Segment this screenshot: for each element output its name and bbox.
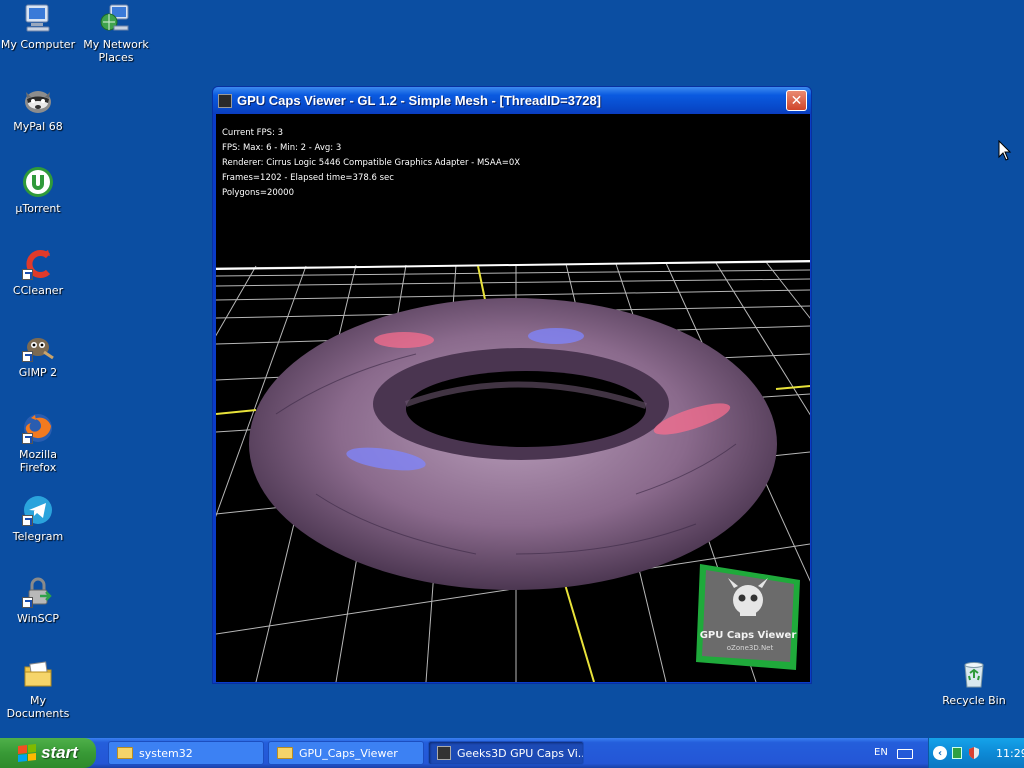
keyboard-icon[interactable]	[897, 749, 913, 759]
desktop-icon-firefox[interactable]: Mozilla Firefox	[0, 412, 76, 474]
hud-polygons: Polygons=20000	[222, 188, 294, 198]
desktop-icon-label: Recycle Bin	[942, 694, 1006, 707]
winscp-icon	[22, 576, 54, 608]
language-indicator[interactable]: EN	[874, 747, 888, 758]
desktop-icon-my-documents[interactable]: My Documents	[0, 658, 76, 720]
desktop-icon-label: GIMP 2	[18, 366, 58, 379]
start-label: start	[41, 743, 78, 762]
taskbar-button-label: system32	[139, 746, 193, 760]
desktop-icon-label: Mozilla Firefox	[19, 448, 57, 474]
gpu-caps-viewer-window[interactable]: GPU Caps Viewer - GL 1.2 - Simple Mesh -…	[212, 86, 812, 684]
torus-mesh	[249, 298, 777, 590]
desktop-icon-winscp[interactable]: WinSCP	[0, 576, 76, 625]
window-titlebar[interactable]: GPU Caps Viewer - GL 1.2 - Simple Mesh -…	[213, 87, 811, 114]
desktop-icon-label: My Network Places	[83, 38, 149, 64]
desktop-icon-mypal[interactable]: MyPal 68	[0, 84, 76, 133]
hud-frames: Frames=1202 - Elapsed time=378.6 sec	[222, 173, 394, 183]
desktop-icon-label: Telegram	[12, 530, 64, 543]
ccleaner-icon	[22, 248, 54, 280]
shortcut-arrow-icon	[22, 433, 33, 444]
mouse-cursor-icon	[998, 140, 1012, 161]
grid-horizon	[216, 260, 810, 270]
render-viewport[interactable]: Current FPS: 3 FPS: Max: 6 - Min: 2 - Av…	[216, 114, 810, 682]
taskbar-button-label: Geeks3D GPU Caps Vi...	[457, 746, 584, 760]
gimp-icon	[22, 330, 54, 362]
clock[interactable]: 11:29	[996, 747, 1024, 760]
desktop-icon-my-computer[interactable]: My Computer	[0, 2, 76, 51]
system-tray: ‹ 11:29	[928, 738, 1024, 768]
shortcut-arrow-icon	[22, 515, 33, 526]
windows-flag-icon	[18, 744, 37, 762]
desktop-icon-label: WinSCP	[17, 612, 59, 625]
desktop-icon-label: µTorrent	[15, 202, 61, 215]
firefox-icon	[22, 412, 54, 444]
folder-icon	[277, 747, 293, 759]
mypal-icon	[22, 84, 54, 116]
taskbar-button-system32[interactable]: system32	[108, 741, 264, 765]
hud-current-fps: Current FPS: 3	[222, 128, 284, 138]
taskbar-button-label: GPU_Caps_Viewer	[299, 746, 398, 760]
tray-app-icon[interactable]	[952, 747, 962, 759]
gpu-caps-logo-badge: GPU Caps Viewer oZone3D.Net	[696, 564, 800, 670]
hud-stats: Current FPS: 3 FPS: Max: 6 - Min: 2 - Av…	[222, 126, 520, 201]
badge-subtitle: oZone3D.Net	[727, 644, 774, 652]
taskbar: start system32 GPU_Caps_Viewer Geeks3D G…	[0, 738, 1024, 768]
my-computer-icon	[22, 2, 54, 34]
security-shield-icon[interactable]	[967, 746, 981, 760]
close-button[interactable]: ✕	[786, 90, 807, 111]
shortcut-arrow-icon	[22, 351, 33, 362]
desktop-icon-label: My Documents	[6, 694, 70, 720]
my-documents-icon	[22, 658, 54, 690]
desktop-icon-utorrent[interactable]: µTorrent	[0, 166, 76, 215]
desktop-icon-label: My Computer	[0, 38, 76, 51]
recycle-bin-icon	[958, 658, 990, 690]
gpu-caps-icon	[218, 93, 232, 108]
gpu-caps-icon	[437, 746, 451, 760]
desktop-icon-label: MyPal 68	[13, 120, 63, 133]
desktop-icon-label: CCleaner	[12, 284, 64, 297]
shortcut-arrow-icon	[22, 269, 33, 280]
desktop-icon-gimp[interactable]: GIMP 2	[0, 330, 76, 379]
start-button[interactable]: start	[0, 738, 96, 768]
taskbar-button-gpu-caps-viewer[interactable]: Geeks3D GPU Caps Vi...	[428, 741, 584, 765]
taskbar-button-gpu-caps-folder[interactable]: GPU_Caps_Viewer	[268, 741, 424, 765]
badge-title: GPU Caps Viewer	[700, 630, 797, 641]
desktop-icon-ccleaner[interactable]: CCleaner	[0, 248, 76, 297]
desktop-icon-my-network-places[interactable]: My Network Places	[78, 2, 154, 64]
shortcut-arrow-icon	[22, 597, 33, 608]
chevron-left-icon[interactable]: ‹	[933, 746, 947, 760]
hud-renderer: Renderer: Cirrus Logic 5446 Compatible G…	[222, 158, 521, 168]
telegram-icon	[22, 494, 54, 526]
network-places-icon	[100, 2, 132, 34]
window-title: GPU Caps Viewer - GL 1.2 - Simple Mesh -…	[237, 93, 601, 108]
hud-fps-stats: FPS: Max: 6 - Min: 2 - Avg: 3	[222, 143, 342, 153]
utorrent-icon	[22, 166, 54, 198]
desktop-icon-recycle-bin[interactable]: Recycle Bin	[936, 658, 1012, 707]
desktop-icon-telegram[interactable]: Telegram	[0, 494, 76, 543]
folder-icon	[117, 747, 133, 759]
